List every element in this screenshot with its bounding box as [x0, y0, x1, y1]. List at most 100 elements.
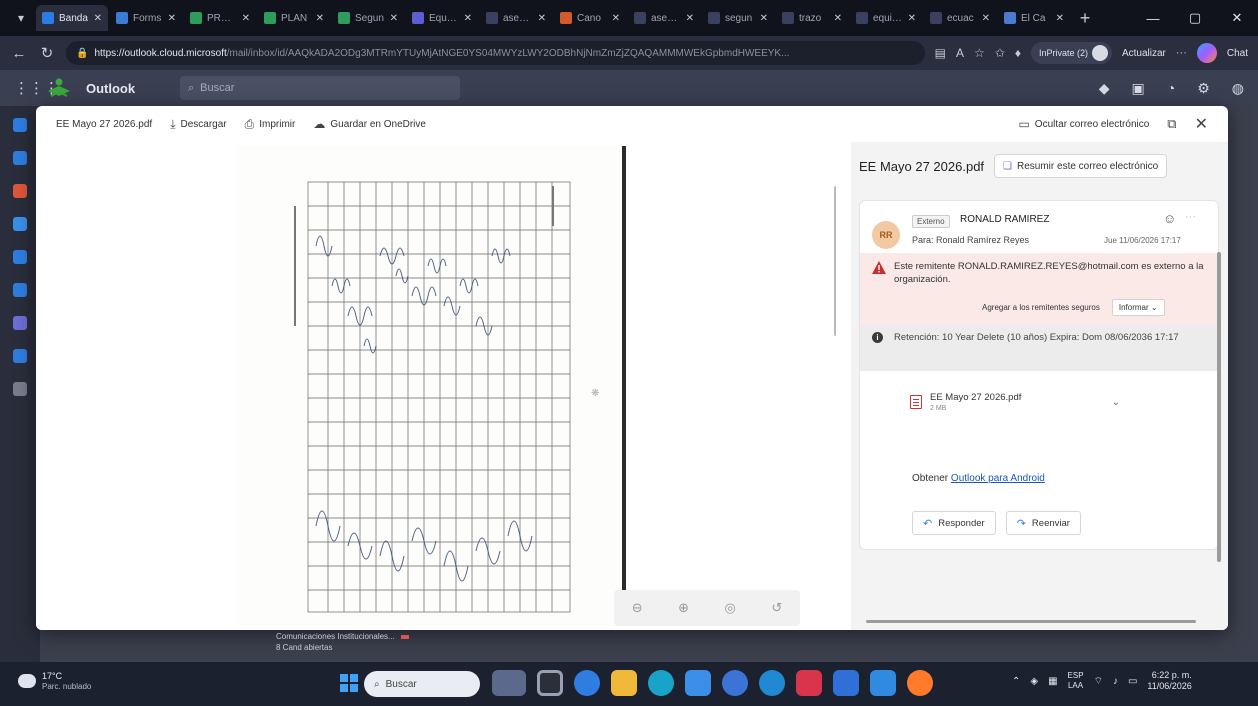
store-icon[interactable] [685, 670, 711, 696]
files-icon[interactable] [13, 283, 27, 297]
tray-app-icon[interactable]: ◈ [1030, 676, 1038, 687]
firefox-icon[interactable] [907, 670, 933, 696]
new-tab-button[interactable]: + [1072, 8, 1098, 29]
browser-tab[interactable]: asesor ✕ [480, 5, 552, 31]
message-pane-scrollbar[interactable] [1217, 252, 1221, 562]
print-button[interactable]: ⎙ Imprimir [245, 117, 296, 132]
tab-close-icon[interactable]: ✕ [316, 13, 324, 24]
read-aloud-icon[interactable]: A [956, 46, 964, 60]
tab-close-icon[interactable]: ✕ [834, 13, 842, 24]
browser-tab[interactable]: PREST ✕ [184, 5, 256, 31]
settings-app-icon[interactable] [722, 670, 748, 696]
forward-button[interactable]: ↷ Reenviar [1005, 511, 1081, 535]
battery-icon[interactable]: ▭ [1128, 676, 1137, 687]
more-apps-icon[interactable] [13, 382, 27, 396]
tab-close-icon[interactable]: ✕ [612, 13, 620, 24]
tab-close-icon[interactable]: ✕ [908, 13, 916, 24]
tab-close-icon[interactable]: ✕ [390, 13, 398, 24]
back-button[interactable]: ← [10, 45, 28, 62]
browser-tab[interactable]: asesor ✕ [628, 5, 700, 31]
maximize-button[interactable]: ▢ [1174, 0, 1216, 36]
widgets-app-icon[interactable] [492, 670, 526, 696]
list-item[interactable]: 8 Cand abiertas [276, 643, 486, 652]
hide-email-button[interactable]: ▭ Ocultar correo electrónico [1018, 117, 1149, 131]
rotate-icon[interactable]: ↺ [771, 600, 782, 616]
menu-dots-icon[interactable]: ··· [1176, 47, 1187, 59]
edge-icon[interactable] [574, 670, 600, 696]
copilot-rail-icon[interactable] [13, 184, 27, 198]
tab-close-icon[interactable]: ✕ [168, 13, 176, 24]
teams-app-icon[interactable] [870, 670, 896, 696]
task-view-icon[interactable] [537, 670, 563, 696]
calendar-icon[interactable] [13, 151, 27, 165]
extensions-icon[interactable]: ♦ [1015, 46, 1021, 60]
message-pane-hscrollbar[interactable] [866, 620, 1196, 623]
account-icon[interactable]: ◍ [1232, 80, 1244, 97]
todo-icon[interactable] [13, 250, 27, 264]
close-window-button[interactable]: ✕ [1216, 0, 1258, 36]
browser-tab[interactable]: El Ca ✕ [998, 5, 1070, 31]
tray-overflow-icon[interactable]: ⌃ [1012, 676, 1020, 687]
wifi-icon[interactable]: ⌔ [1094, 675, 1103, 688]
browser-tab[interactable]: PLAN ✕ [258, 5, 330, 31]
outlook-android-link[interactable]: Outlook para Android [951, 473, 1045, 484]
avatar[interactable]: RR [872, 221, 900, 249]
clock[interactable]: 6:22 p. m. 11/06/2026 [1147, 670, 1191, 692]
tab-close-icon[interactable]: ✕ [982, 13, 990, 24]
more-actions-icon[interactable]: ··· [1185, 211, 1196, 223]
start-button[interactable] [340, 674, 358, 692]
tab-close-icon[interactable]: ✕ [686, 13, 694, 24]
tab-actions-icon[interactable]: ▾ [6, 6, 36, 30]
browser-tab[interactable]: segun ✕ [702, 5, 774, 31]
favorites-icon[interactable]: ✩ [995, 46, 1005, 60]
taskbar-search[interactable]: ⌕ Buscar [364, 671, 480, 697]
browser-tab[interactable]: trazo ✕ [776, 5, 848, 31]
mail-search-input[interactable]: ⌕ Buscar [180, 76, 460, 100]
close-icon[interactable]: ✕ [1195, 114, 1208, 134]
tab-close-icon[interactable]: ✕ [1056, 13, 1064, 24]
tray-app2-icon[interactable]: ▦ [1048, 676, 1057, 687]
minimize-button[interactable]: — [1132, 0, 1174, 36]
pdf-viewer[interactable]: ❋ ⊖ ⊕ ◎ ↺ [36, 142, 836, 630]
reply-button[interactable]: ↶ Responder [912, 511, 996, 535]
edge-dev-icon[interactable] [759, 670, 785, 696]
url-field[interactable]: 🔒 https://outlook.cloud.microsoft/mail/i… [66, 41, 925, 65]
browser-tab[interactable]: Cano ✕ [554, 5, 626, 31]
tab-close-icon[interactable]: ✕ [464, 13, 472, 24]
premium-diamond-icon[interactable]: ◆ [1099, 80, 1110, 97]
zoom-in-icon[interactable]: ⊕ [678, 600, 689, 616]
sender-name[interactable]: RONALD RAMIREZ [960, 214, 1049, 225]
notifications-bell-icon[interactable]: ◔ [1167, 80, 1175, 97]
app-red-icon[interactable] [796, 670, 822, 696]
file-explorer-icon[interactable] [611, 670, 637, 696]
browser-tab[interactable]: Equipo ✕ [406, 5, 478, 31]
browser-icon[interactable] [648, 670, 674, 696]
report-button[interactable]: Informar ⌄ [1111, 299, 1165, 316]
zoom-out-icon[interactable]: ⊖ [632, 600, 643, 616]
refresh-button[interactable]: ↻ [38, 44, 56, 62]
settings-gear-icon[interactable]: ⚙ [1197, 80, 1210, 97]
copilot-icon[interactable] [1196, 43, 1217, 63]
browser-tab[interactable]: Segun ✕ [332, 5, 404, 31]
reader-mode-icon[interactable]: ▤ [935, 46, 946, 60]
reaction-icon[interactable]: ☺ [1163, 211, 1176, 226]
onedrive-icon[interactable] [13, 349, 27, 363]
outlook-app-icon[interactable] [833, 670, 859, 696]
save-onedrive-button[interactable]: ☁ Guardar en OneDrive [313, 117, 426, 131]
pdf-scrollbar[interactable] [834, 186, 836, 336]
teams-icon[interactable]: ▣ [1132, 80, 1145, 97]
teams-rail-icon[interactable] [13, 316, 27, 330]
download-button[interactable]: ⤓ Descargar [170, 117, 226, 132]
tab-close-icon[interactable]: ✕ [760, 13, 768, 24]
browser-tab[interactable]: equipo ✕ [850, 5, 922, 31]
language-indicator[interactable]: ESP LAA [1068, 671, 1084, 691]
tab-close-icon[interactable]: ✕ [538, 13, 546, 24]
fit-page-icon[interactable]: ◎ [725, 600, 736, 616]
popout-icon[interactable]: ⧉ [1167, 116, 1176, 132]
favorite-star-icon[interactable]: ☆ [974, 46, 985, 60]
tab-close-icon[interactable]: ✕ [94, 13, 102, 24]
weather-widget[interactable]: 17°C Parc. nublado [18, 671, 91, 691]
tab-close-icon[interactable]: ✕ [242, 13, 250, 24]
app-launcher-icon[interactable]: ⋮⋮⋮ [14, 79, 59, 97]
browser-tab[interactable]: ecuac ✕ [924, 5, 996, 31]
